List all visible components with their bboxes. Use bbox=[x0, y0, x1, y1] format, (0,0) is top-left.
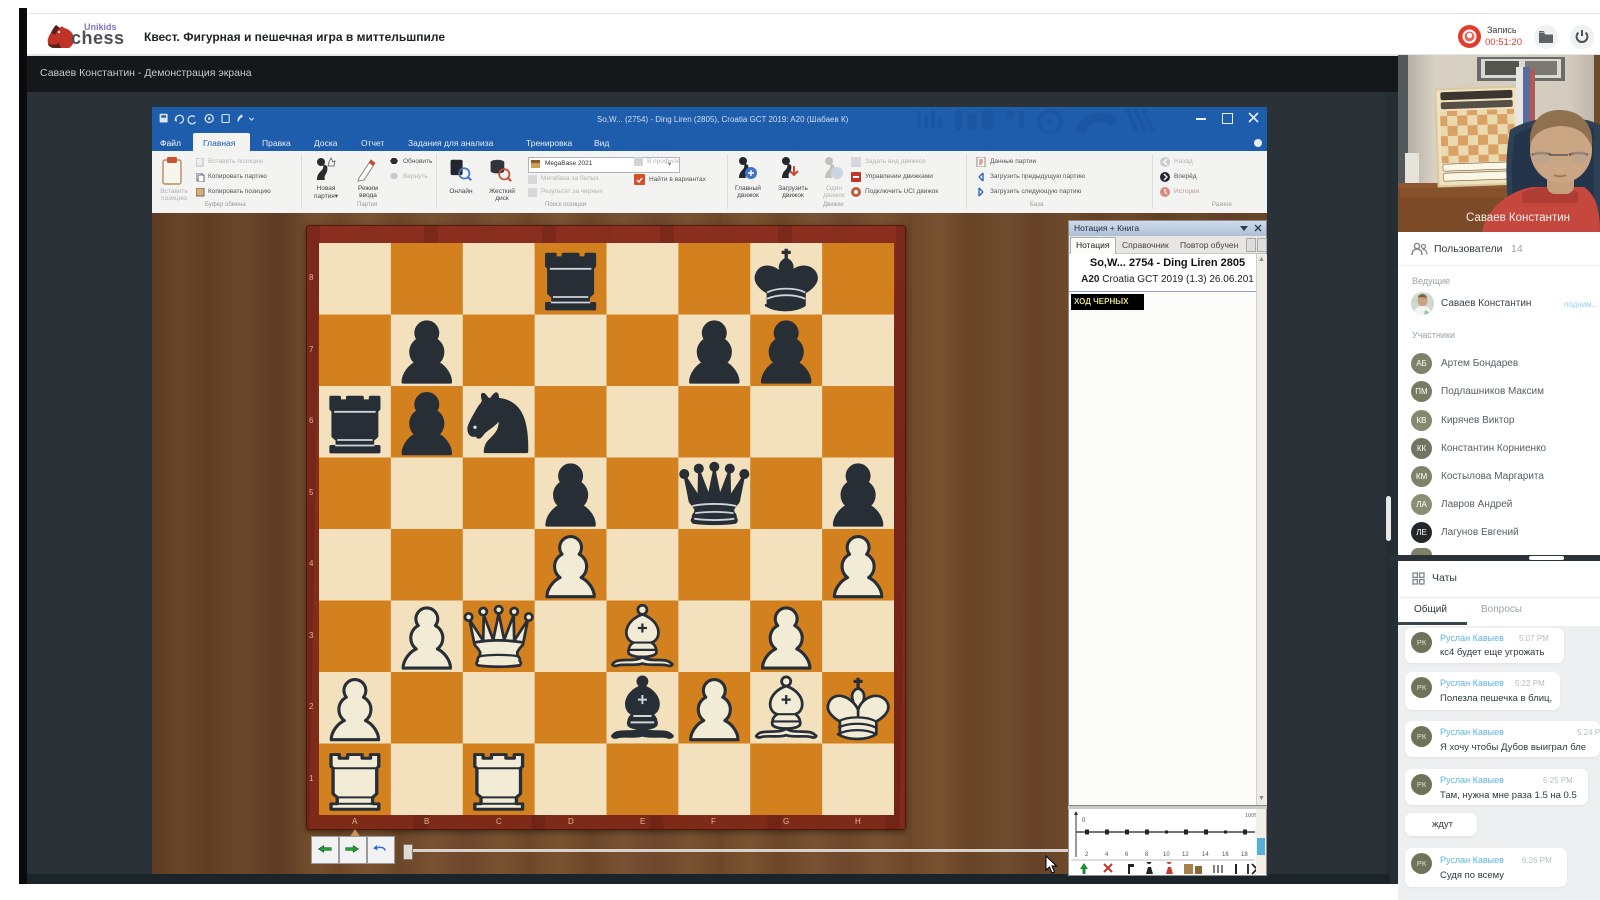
svg-text:6: 6 bbox=[1125, 852, 1129, 858]
svg-text:8: 8 bbox=[1145, 852, 1149, 858]
svg-text:2: 2 bbox=[1085, 852, 1089, 858]
svg-text:16: 16 bbox=[1222, 852, 1229, 858]
svg-text:14: 14 bbox=[1202, 852, 1209, 858]
svg-text:18: 18 bbox=[1241, 852, 1248, 858]
svg-text:0: 0 bbox=[1082, 818, 1086, 824]
svg-text:4: 4 bbox=[1105, 852, 1109, 858]
svg-text:Саваев Константин: Саваев Константин bbox=[1466, 212, 1570, 224]
svg-text:12: 12 bbox=[1182, 852, 1189, 858]
svg-text:10: 10 bbox=[1163, 852, 1170, 858]
